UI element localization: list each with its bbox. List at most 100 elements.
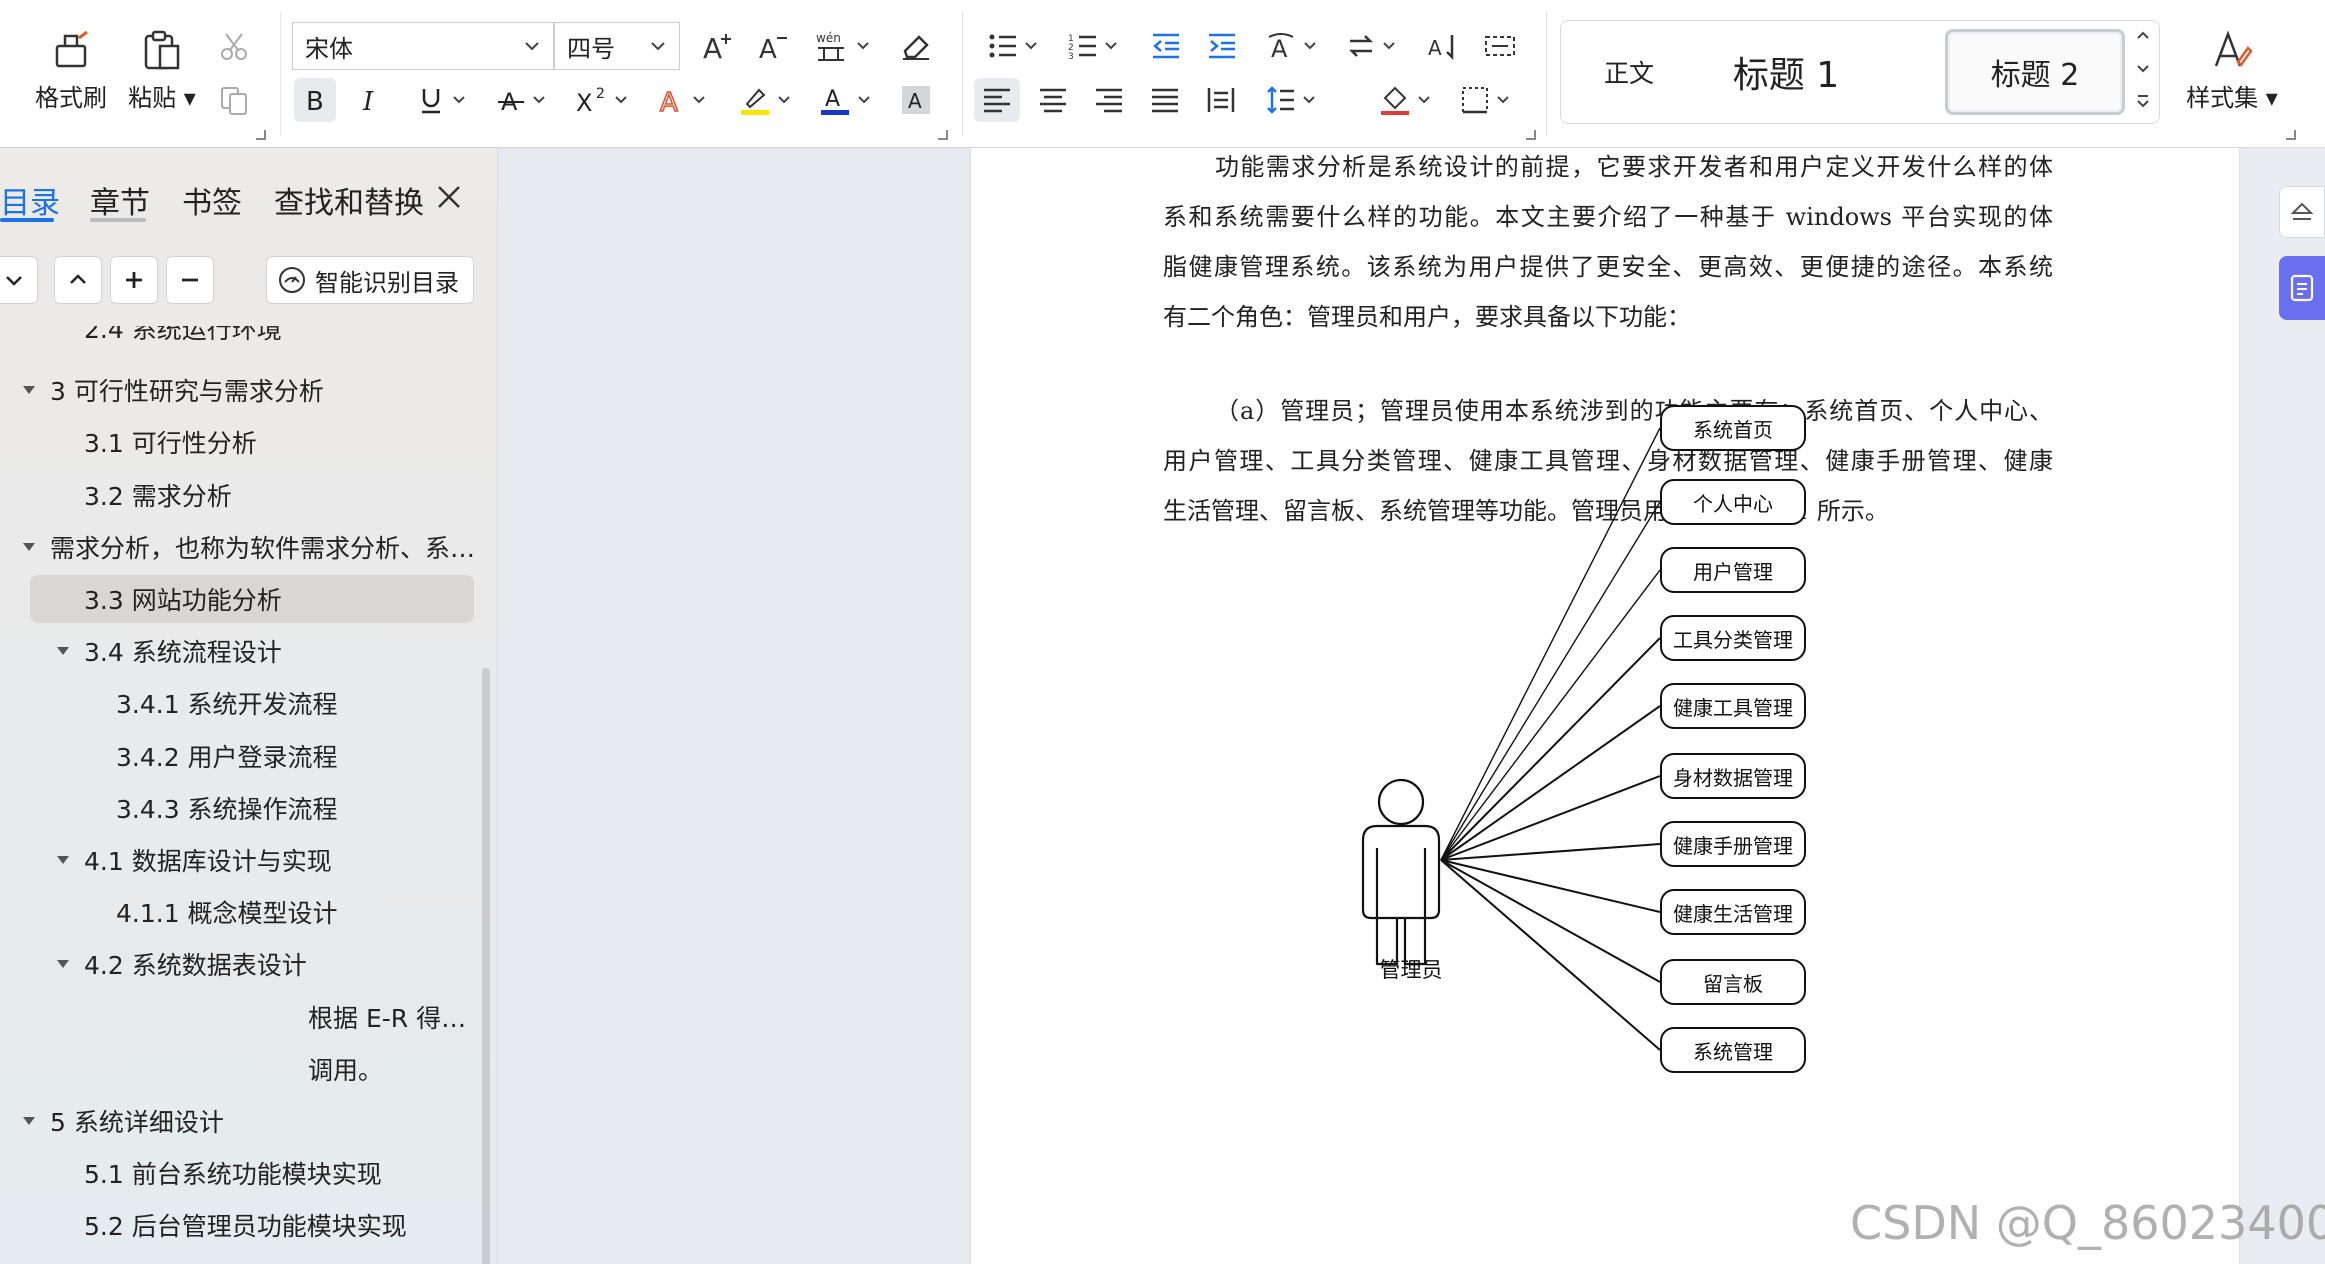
expand-triangle-icon[interactable] <box>22 385 36 395</box>
decrease-indent-button[interactable] <box>1144 24 1188 68</box>
bold-button[interactable]: B <box>294 78 336 122</box>
divider <box>280 12 281 136</box>
bullets-button[interactable] <box>982 24 1044 68</box>
text-effect-button[interactable]: A <box>650 78 712 122</box>
smart-toc-label: 智能识别目录 <box>315 268 459 297</box>
sort-direction-button[interactable] <box>1340 24 1402 68</box>
char-shading-button[interactable]: A <box>896 80 936 120</box>
format-painter-button[interactable]: 格式刷 <box>26 20 116 120</box>
tab-toc[interactable]: 目录 <box>0 178 60 222</box>
chevron-down-icon <box>1304 42 1316 50</box>
align-right-button[interactable] <box>1086 78 1132 122</box>
borders-button[interactable] <box>1454 78 1516 122</box>
distribute-button[interactable] <box>1198 78 1244 122</box>
styles-group-launcher[interactable] <box>2286 130 2296 140</box>
font-group-launcher[interactable] <box>938 130 948 140</box>
toc-item[interactable]: 调用。 <box>0 1045 480 1093</box>
tab-chapters[interactable]: 章节 <box>90 178 150 222</box>
toc-item[interactable]: 3.2 需求分析 <box>0 471 480 519</box>
align-left-button[interactable] <box>974 78 1020 122</box>
toc-scrollbar[interactable] <box>482 668 490 1264</box>
toc-item[interactable]: 3 可行性研究与需求分析 <box>0 366 480 414</box>
association-line <box>1440 569 1661 861</box>
toc-item-label: 5.1 前台系统功能模块实现 <box>84 1160 382 1190</box>
toc-item[interactable]: 5.2 后台管理员功能模块实现 <box>0 1201 480 1249</box>
toc-item[interactable]: 3.1 可行性分析 <box>0 418 480 466</box>
close-icon[interactable] <box>436 184 462 210</box>
toc-item[interactable]: 4.2 系统数据表设计 <box>0 940 480 988</box>
toc-item[interactable]: 根据 E-R 得… <box>0 993 480 1041</box>
actor-label: 管理员 <box>1379 958 1443 982</box>
collapse-panel-button[interactable] <box>2279 186 2325 238</box>
gallery-up-button[interactable] <box>2135 27 2155 51</box>
clipboard-group-launcher[interactable] <box>256 130 266 140</box>
shading-button[interactable] <box>1374 78 1436 122</box>
chevron-down-icon <box>453 96 465 104</box>
font-size-select[interactable]: 四号 <box>554 22 680 70</box>
style-set-button[interactable]: 样式集 ▾ <box>2182 20 2282 120</box>
paste-button[interactable]: 粘贴 ▾ <box>122 20 202 120</box>
toc-item[interactable]: 需求分析，也称为软件需求分析、系… <box>0 523 480 571</box>
paragraph-group-launcher[interactable] <box>1526 130 1536 140</box>
style-normal[interactable]: 正文 <box>1569 29 1689 115</box>
font-name-select[interactable]: 宋体 <box>292 22 554 70</box>
text-direction-icon: A <box>1268 33 1294 61</box>
expand-all-button[interactable] <box>0 256 38 304</box>
italic-button[interactable]: I <box>350 78 392 122</box>
clear-format-button[interactable] <box>894 24 938 68</box>
underline-button[interactable] <box>410 78 472 122</box>
font-color-button[interactable]: A <box>814 78 876 122</box>
paint-bucket-icon <box>1381 86 1409 115</box>
highlight-button[interactable] <box>734 78 796 122</box>
grow-font-button[interactable]: A <box>696 24 740 68</box>
justify-button[interactable] <box>1142 78 1188 122</box>
text-direction-button[interactable]: A <box>1260 24 1322 68</box>
align-center-button[interactable] <box>1030 78 1076 122</box>
toc-item[interactable]: 4.1.1 概念模型设计 <box>0 888 480 936</box>
remove-heading-button[interactable] <box>166 256 214 304</box>
expand-triangle-icon[interactable] <box>56 855 70 865</box>
toc-item-label: 需求分析，也称为软件需求分析、系… <box>50 533 476 563</box>
toc-item-label: 2.4 系统运行环境 <box>84 315 282 344</box>
line-spacing-button[interactable] <box>1260 78 1322 122</box>
toc-item[interactable]: 3.4 系统流程设计 <box>0 627 480 675</box>
increase-indent-button[interactable] <box>1200 24 1244 68</box>
chevron-down-icon <box>1303 96 1315 104</box>
tab-bookmarks[interactable]: 书签 <box>182 178 242 222</box>
toc-item[interactable]: 3.4.3 系统操作流程 <box>0 784 480 832</box>
toc-item[interactable]: 4.1 数据库设计与实现 <box>0 836 480 884</box>
numbering-button[interactable]: 123 <box>1062 24 1124 68</box>
scissors-icon <box>221 33 247 60</box>
association-line <box>1440 427 1661 861</box>
style-heading1[interactable]: 标题 1 <box>1701 29 1871 115</box>
toc-item[interactable]: 3.4.1 系统开发流程 <box>0 679 480 727</box>
sort-button[interactable]: A <box>1422 24 1466 68</box>
style-heading2[interactable]: 标题 2 <box>1945 29 2125 115</box>
smart-toc-button[interactable]: 智能识别目录 <box>266 256 474 304</box>
gallery-down-button[interactable] <box>2135 61 2155 85</box>
toc-item[interactable]: 5 系统详细设计 <box>0 1097 480 1145</box>
cut-button[interactable] <box>214 26 254 66</box>
expand-triangle-icon[interactable] <box>22 1116 36 1126</box>
document-assistant-button[interactable] <box>2279 256 2325 320</box>
superscript-button[interactable]: X2 <box>570 78 632 122</box>
toc-item[interactable]: 2.4 系统运行环境 <box>0 314 480 362</box>
expand-triangle-icon[interactable] <box>56 646 70 656</box>
toc-item[interactable]: 3.4.2 用户登录流程 <box>0 732 480 780</box>
show-hide-marks-button[interactable] <box>1478 24 1522 68</box>
collapse-button[interactable] <box>54 256 102 304</box>
gallery-more-button[interactable] <box>2135 93 2155 117</box>
expand-triangle-icon[interactable] <box>22 542 36 552</box>
shrink-font-button[interactable]: A <box>752 24 796 68</box>
strikethrough-button[interactable]: A <box>490 78 552 122</box>
copy-button[interactable] <box>214 80 254 120</box>
tab-find-replace[interactable]: 查找和替换 <box>274 178 424 222</box>
toc-item[interactable]: 3.3 网站功能分析 <box>0 575 480 623</box>
phonetic-guide-button[interactable]: wén <box>810 24 874 68</box>
add-heading-button[interactable] <box>110 256 158 304</box>
toc-item[interactable]: 5.1 前台系统功能模块实现 <box>0 1149 480 1197</box>
document-page[interactable]: 功能需求分析是系统设计的前提，它要求开发者和用户定义开发什么样的体 系和系统需要什… <box>970 148 2240 1264</box>
paste-icon <box>144 30 180 69</box>
toc-item-label: 5 系统详细设计 <box>50 1108 224 1137</box>
expand-triangle-icon[interactable] <box>56 959 70 969</box>
